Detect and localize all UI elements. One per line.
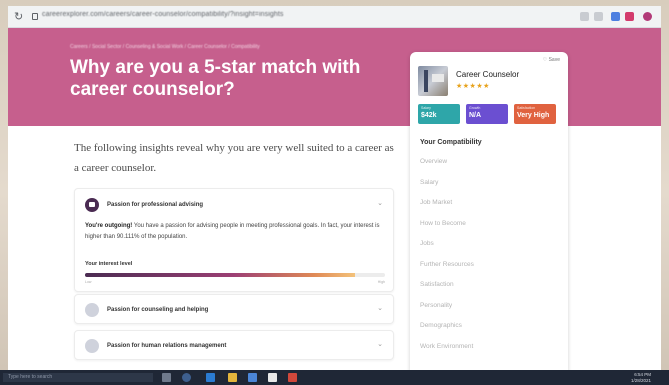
extension-icon[interactable] (625, 12, 634, 21)
edge-icon[interactable] (206, 373, 215, 382)
scale-low-label: Low (85, 280, 92, 284)
side-nav-item[interactable]: Work Environment (420, 343, 560, 364)
insight-body: You're outgoing! You have a passion for … (85, 221, 385, 243)
insight-card-advising[interactable]: Passion for professional advising ⌄ You'… (74, 188, 394, 292)
reload-icon[interactable]: ↻ (14, 11, 26, 23)
side-nav-item[interactable]: Personality (420, 302, 560, 323)
stat-key: Growth (469, 106, 481, 110)
intro-text: The following insights reveal why you ar… (74, 142, 394, 174)
extension-icon[interactable] (611, 12, 620, 21)
interest-level-bar (85, 273, 385, 277)
store-icon[interactable] (248, 373, 257, 382)
side-nav-item[interactable]: Satisfaction (420, 281, 560, 302)
passion-icon (85, 339, 99, 353)
stat-key: Satisfaction (517, 106, 536, 110)
task-view-icon[interactable] (162, 373, 171, 382)
side-nav-item[interactable]: Further Resources (420, 261, 560, 282)
profile-avatar[interactable] (643, 12, 652, 21)
stat-salary[interactable]: Salary $42k (418, 104, 460, 124)
interest-scale: Low High (85, 280, 385, 284)
side-nav-item[interactable]: How to Become (420, 220, 560, 241)
career-thumbnail (418, 66, 448, 96)
side-nav-item[interactable]: Demographics (420, 322, 560, 343)
explorer-icon[interactable] (228, 373, 237, 382)
chrome-icon[interactable] (288, 373, 297, 382)
insight-title: Passion for professional advising (107, 202, 204, 208)
stat-value: $42k (421, 112, 437, 119)
interest-level-fill (85, 273, 356, 277)
career-summary-card: ♡ Save Career Counselor ★★★★★ Salary $42… (410, 52, 568, 370)
save-button[interactable]: ♡ Save (543, 57, 560, 63)
system-clock[interactable]: 6:54 PM 1/28/2021 (631, 372, 651, 383)
insight-card-human-relations[interactable]: Passion for human relations management ⌄ (74, 330, 394, 360)
interest-level-label: Your interest level (85, 261, 133, 267)
cortana-icon[interactable] (182, 373, 191, 382)
insight-title: Passion for counseling and helping (107, 307, 209, 313)
browser-address-bar: ↻ careerexplorer.com/careers/career-coun… (8, 6, 661, 28)
extension-icon[interactable] (594, 12, 603, 21)
stat-value: Very High (517, 112, 550, 119)
passion-icon (85, 303, 99, 317)
lock-icon (32, 13, 38, 20)
insight-body-strong: You're outgoing! (85, 223, 133, 229)
star-rating: ★★★★★ (456, 83, 490, 90)
career-title: Career Counselor (456, 70, 520, 79)
side-nav-item[interactable]: Overview (420, 158, 560, 179)
chevron-down-icon[interactable]: ⌄ (377, 304, 383, 312)
insight-title: Passion for human relations management (107, 343, 227, 349)
stat-growth[interactable]: Growth N/A (466, 104, 508, 124)
breadcrumb[interactable]: Careers / Social Sector / Counseling & S… (70, 44, 260, 50)
passion-icon (85, 198, 99, 212)
side-nav-item[interactable]: Jobs (420, 240, 560, 261)
insight-card-counseling[interactable]: Passion for counseling and helping ⌄ (74, 294, 394, 324)
compatibility-heading: Your Compatibility (420, 139, 482, 146)
app-icon[interactable] (268, 373, 277, 382)
browser-window: ↻ careerexplorer.com/careers/career-coun… (8, 6, 661, 370)
side-nav-item[interactable]: Salary (420, 179, 560, 200)
chevron-down-icon[interactable]: ⌄ (377, 199, 383, 207)
url-field[interactable]: careerexplorer.com/careers/career-counse… (42, 11, 284, 18)
clock-time: 6:54 PM (634, 372, 651, 377)
taskbar-search[interactable]: Type here to search (3, 373, 153, 382)
taskbar-search-placeholder: Type here to search (8, 374, 53, 380)
stat-value: N/A (469, 112, 482, 119)
side-nav-item[interactable]: Job Market (420, 199, 560, 220)
side-nav: Overview Salary Job Market How to Become… (420, 158, 560, 363)
extension-icon[interactable] (580, 12, 589, 21)
chevron-down-icon[interactable]: ⌄ (377, 340, 383, 348)
scale-high-label: High (377, 280, 385, 284)
page-title: Why are you a 5-star match with career c… (70, 57, 361, 100)
clock-date: 1/28/2021 (630, 377, 651, 383)
stat-satisfaction[interactable]: Satisfaction Very High (514, 104, 556, 124)
taskbar: Type here to search 6:54 PM 1/28/2021 (0, 370, 669, 385)
stat-key: Salary (421, 106, 431, 110)
